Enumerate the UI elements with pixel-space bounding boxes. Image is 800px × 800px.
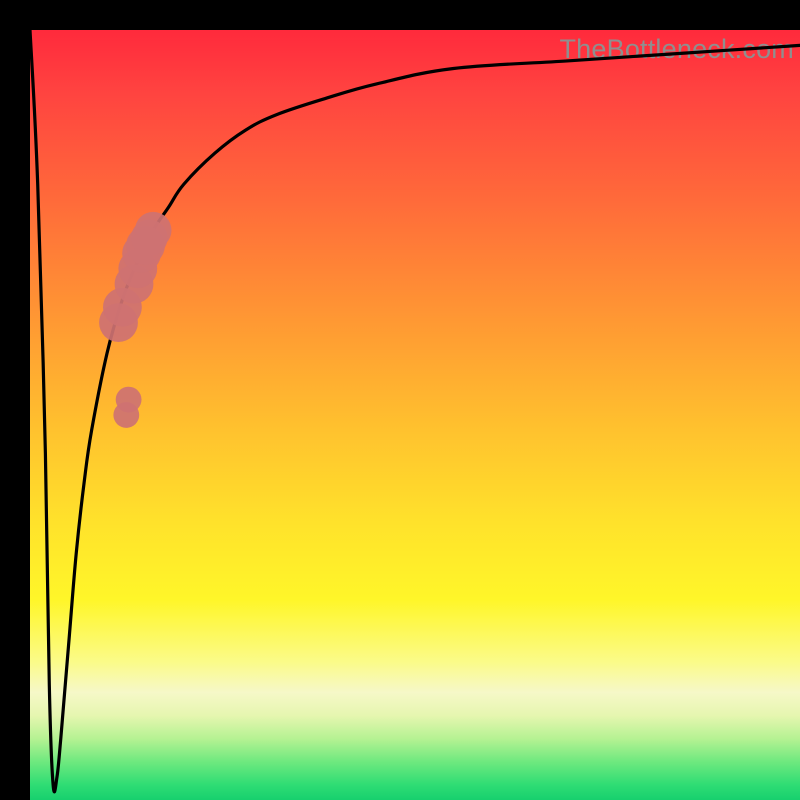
marker-dot xyxy=(116,387,142,413)
marker-dot xyxy=(135,212,172,249)
curve-svg xyxy=(30,30,800,800)
chart-frame: TheBottleneck.com xyxy=(0,0,800,800)
marker-group xyxy=(99,212,171,428)
plot-area: TheBottleneck.com xyxy=(30,30,800,800)
bottleneck-curve xyxy=(30,30,800,792)
